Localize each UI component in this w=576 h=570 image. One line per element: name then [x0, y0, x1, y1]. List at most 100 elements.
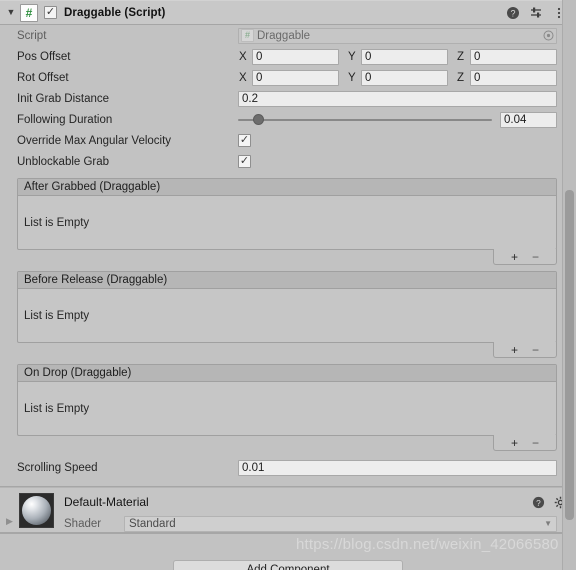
- override-max-angular-velocity-wrap: [238, 134, 557, 147]
- axis-label-z: Z: [457, 71, 465, 84]
- remove-event-button[interactable]: −: [532, 437, 539, 449]
- component-foldout-icon[interactable]: ▼: [4, 6, 18, 20]
- pos-offset-vector: X 0 Y 0 Z 0: [238, 48, 557, 65]
- help-icon[interactable]: ?: [532, 496, 546, 510]
- component-header-icons: ?: [506, 6, 570, 20]
- pos-offset-z: Z 0: [456, 48, 557, 65]
- following-duration-input[interactable]: 0.04: [500, 111, 557, 128]
- event-list-buttons: + −: [493, 342, 557, 358]
- init-grab-distance-input[interactable]: 0.2: [238, 90, 557, 107]
- row-init-grab-distance: Init Grab Distance 0.2: [0, 88, 576, 109]
- rot-offset-x-input[interactable]: 0: [252, 69, 339, 86]
- axis-label-x: X: [239, 50, 247, 63]
- event-body: List is Empty: [24, 309, 90, 322]
- unblockable-grab-label: Unblockable Grab: [17, 155, 110, 168]
- pos-offset-y-input[interactable]: 0: [361, 48, 448, 65]
- shader-dropdown[interactable]: Standard ▼: [124, 516, 557, 532]
- add-event-button[interactable]: +: [511, 344, 518, 356]
- material-foldout-icon[interactable]: ▶: [6, 517, 13, 526]
- component-enabled-checkbox[interactable]: [44, 6, 57, 19]
- pos-offset-z-input[interactable]: 0: [470, 48, 557, 65]
- script-label: Script: [17, 29, 47, 42]
- script-object-field[interactable]: # Draggable: [238, 27, 557, 44]
- remove-event-button[interactable]: −: [532, 344, 539, 356]
- axis-label-x: X: [239, 71, 247, 84]
- footer-divider: [0, 533, 576, 534]
- init-grab-distance-label: Init Grab Distance: [17, 92, 110, 105]
- pos-offset-x-input[interactable]: 0: [252, 48, 339, 65]
- event-box: After Grabbed (Draggable) List is Empty: [17, 178, 557, 250]
- component-title: Draggable (Script): [64, 6, 166, 19]
- help-icon[interactable]: ?: [506, 6, 520, 20]
- rot-offset-z-input[interactable]: 0: [470, 69, 557, 86]
- csharp-script-icon: #: [20, 3, 38, 22]
- event-list-buttons: + −: [493, 435, 557, 451]
- shader-row: Shader Standard ▼: [64, 516, 557, 532]
- init-grab-distance-wrap: 0.2: [238, 90, 557, 107]
- vertical-scrollbar[interactable]: [562, 0, 576, 570]
- rot-offset-label: Rot Offset: [17, 71, 69, 84]
- following-duration-wrap: 0.04: [238, 111, 557, 128]
- scrolling-speed-wrap: 0.01: [238, 459, 557, 476]
- pos-offset-label: Pos Offset: [17, 50, 71, 63]
- following-duration-slider[interactable]: [238, 113, 492, 127]
- event-header: Before Release (Draggable): [18, 272, 556, 289]
- row-override-max-angular-velocity: Override Max Angular Velocity: [0, 130, 576, 151]
- event-body: List is Empty: [24, 216, 90, 229]
- rot-offset-vector: X 0 Y 0 Z 0: [238, 69, 557, 86]
- component-header[interactable]: ▼ # Draggable (Script) ?: [0, 0, 576, 25]
- preset-icon[interactable]: [529, 6, 543, 20]
- row-scrolling-speed: Scrolling Speed 0.01: [0, 457, 576, 478]
- scrollbar-thumb[interactable]: [565, 190, 574, 520]
- rot-offset-y: Y 0: [347, 69, 448, 86]
- event-header: On Drop (Draggable): [18, 365, 556, 382]
- shader-label: Shader: [64, 518, 102, 530]
- event-list-after-grabbed: After Grabbed (Draggable) List is Empty …: [17, 178, 557, 265]
- event-box: Before Release (Draggable) List is Empty: [17, 271, 557, 343]
- rot-offset-x: X 0: [238, 69, 339, 86]
- event-body: List is Empty: [24, 402, 90, 415]
- event-header: After Grabbed (Draggable): [18, 179, 556, 196]
- chevron-down-icon: ▼: [544, 519, 552, 528]
- inspector-footer: Add Component: [0, 548, 576, 570]
- axis-label-y: Y: [348, 71, 356, 84]
- svg-text:?: ?: [536, 498, 541, 508]
- remove-event-button[interactable]: −: [532, 251, 539, 263]
- event-box: On Drop (Draggable) List is Empty: [17, 364, 557, 436]
- material-preview-sphere: [22, 496, 51, 525]
- rot-offset-z: Z 0: [456, 69, 557, 86]
- unblockable-grab-checkbox[interactable]: [238, 155, 251, 168]
- add-event-button[interactable]: +: [511, 437, 518, 449]
- row-following-duration: Following Duration 0.04: [0, 109, 576, 130]
- unblockable-grab-wrap: [238, 155, 557, 168]
- scrolling-speed-input[interactable]: 0.01: [238, 459, 557, 476]
- script-value: Draggable: [257, 29, 311, 42]
- shader-value: Standard: [129, 518, 176, 530]
- pos-offset-x: X 0: [238, 48, 339, 65]
- row-script: Script # Draggable: [0, 25, 576, 46]
- material-preview: [19, 493, 54, 528]
- inspector-panel: ▼ # Draggable (Script) ? Script: [0, 0, 576, 570]
- add-component-button[interactable]: Add Component: [173, 560, 403, 570]
- add-event-button[interactable]: +: [511, 251, 518, 263]
- axis-label-z: Z: [457, 50, 465, 63]
- override-max-angular-velocity-checkbox[interactable]: [238, 134, 251, 147]
- axis-label-y: Y: [348, 50, 356, 63]
- event-list-before-release: Before Release (Draggable) List is Empty…: [17, 271, 557, 358]
- following-duration-label: Following Duration: [17, 113, 113, 126]
- slider-handle[interactable]: [253, 114, 265, 125]
- override-max-angular-velocity-label: Override Max Angular Velocity: [17, 134, 172, 147]
- pos-offset-y: Y 0: [347, 48, 448, 65]
- event-list-on-drop: On Drop (Draggable) List is Empty + −: [17, 364, 557, 451]
- rot-offset-y-input[interactable]: 0: [361, 69, 448, 86]
- component-body: Script # Draggable Pos Offset X 0 Y 0 Z …: [0, 25, 576, 534]
- material-section: ▶ Default-Material Shader Standard ▼ ?: [0, 487, 576, 533]
- scrolling-speed-label: Scrolling Speed: [17, 461, 98, 474]
- material-info: Default-Material Shader Standard ▼: [54, 493, 557, 532]
- row-pos-offset: Pos Offset X 0 Y 0 Z 0: [0, 46, 576, 67]
- slider-track: [238, 118, 492, 121]
- script-field-wrap: # Draggable: [238, 27, 557, 44]
- svg-text:?: ?: [510, 8, 515, 18]
- event-list-buttons: + −: [493, 249, 557, 265]
- object-picker-icon[interactable]: [543, 30, 554, 41]
